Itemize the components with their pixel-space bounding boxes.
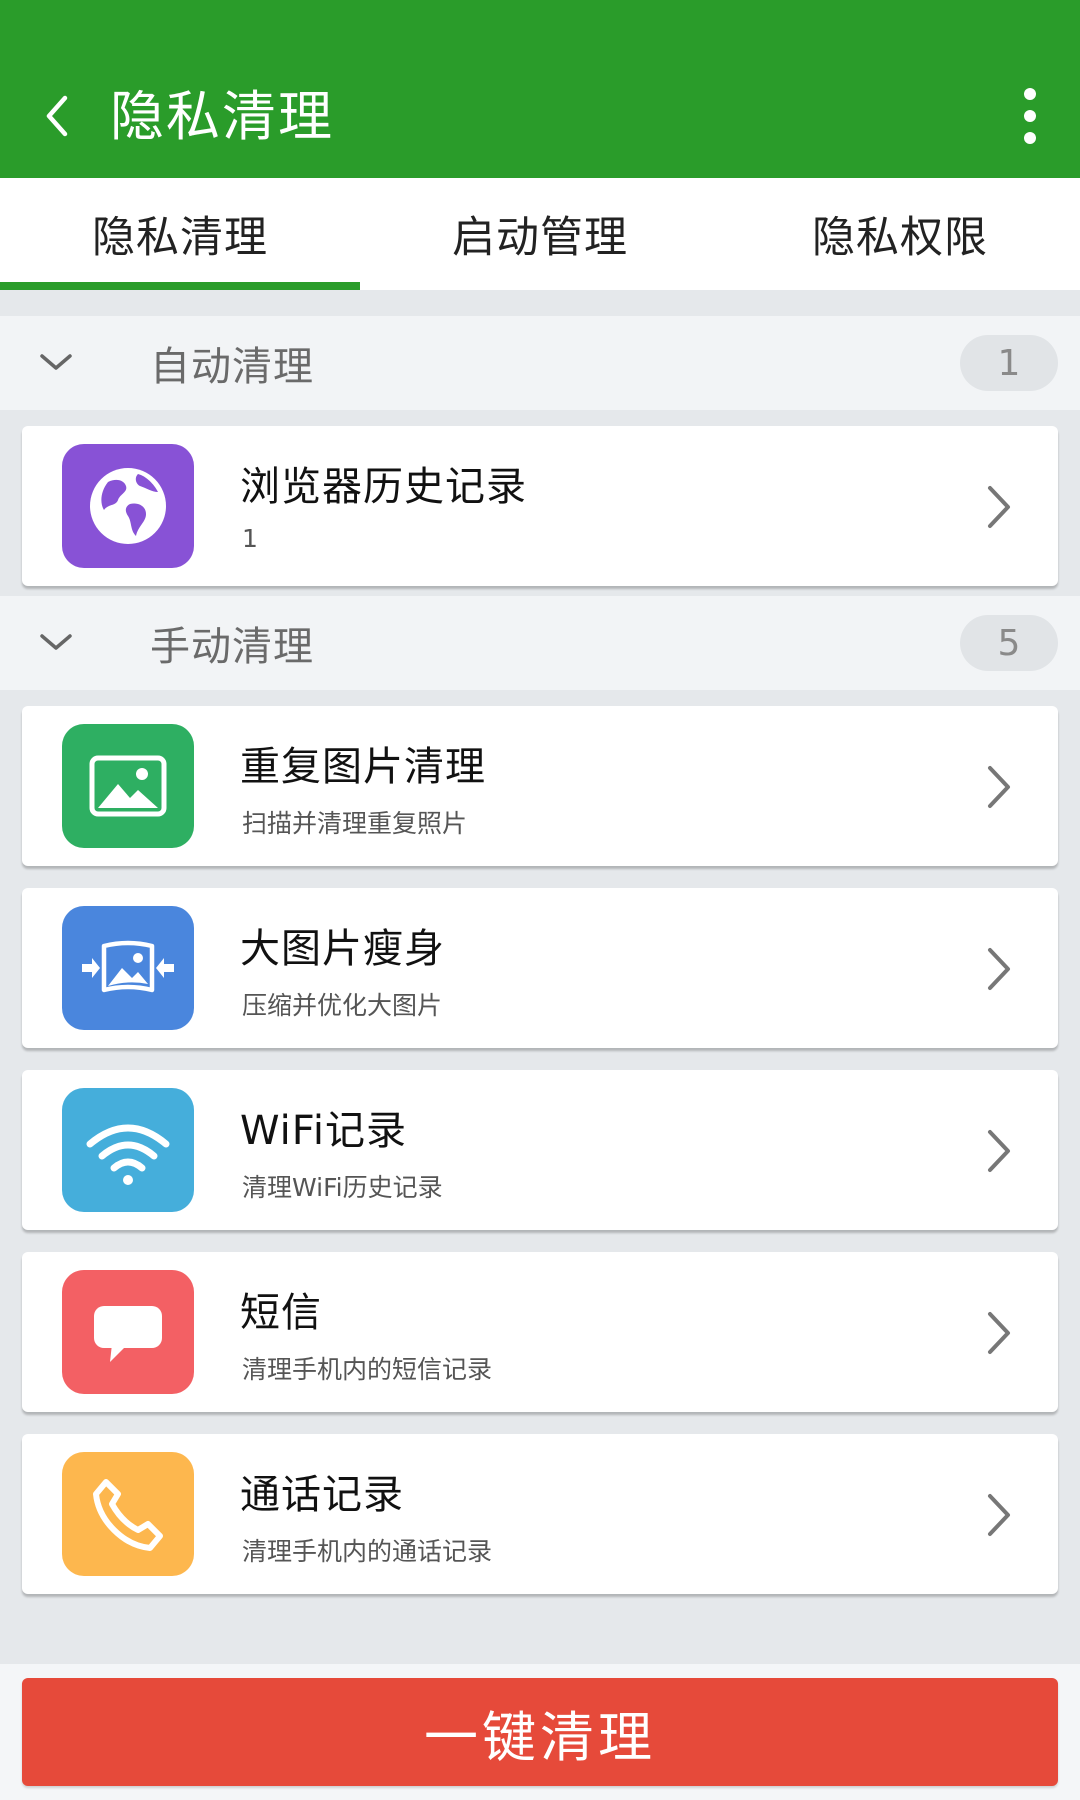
back-button[interactable] bbox=[36, 88, 76, 144]
chevron-right-icon bbox=[988, 1494, 1010, 1536]
more-dot-icon bbox=[1024, 132, 1036, 144]
item-title: 大图片瘦身 bbox=[240, 926, 445, 972]
one-click-clean-button[interactable]: 一键清理 bbox=[22, 1678, 1058, 1786]
list-item-large-image-slim[interactable]: 大图片瘦身 压缩并优化大图片 bbox=[22, 888, 1058, 1048]
chevron-right-icon bbox=[988, 766, 1010, 808]
chevron-right-icon bbox=[988, 486, 1010, 528]
item-subtitle: 清理手机内的短信记录 bbox=[242, 1355, 493, 1384]
wifi-icon bbox=[62, 1088, 194, 1212]
more-dot-icon bbox=[1024, 110, 1036, 122]
message-icon bbox=[62, 1270, 194, 1394]
item-subtitle: 压缩并优化大图片 bbox=[242, 991, 443, 1020]
tab-bar: 隐私清理 启动管理 隐私权限 bbox=[0, 178, 1080, 290]
item-title: 短信 bbox=[240, 1290, 322, 1336]
chevron-down-icon bbox=[40, 634, 72, 650]
more-dot-icon bbox=[1024, 88, 1036, 100]
count-badge: 1 bbox=[960, 335, 1058, 391]
page-title: 隐私清理 bbox=[110, 85, 334, 148]
chevron-right-icon bbox=[988, 948, 1010, 990]
item-subtitle: 清理WiFi历史记录 bbox=[242, 1173, 443, 1202]
compress-image-icon bbox=[62, 906, 194, 1030]
phone-icon bbox=[62, 1452, 194, 1576]
back-arrow-icon bbox=[46, 95, 68, 137]
item-subtitle: 1 bbox=[242, 524, 258, 553]
footer-bar: 一键清理 bbox=[0, 1664, 1080, 1800]
item-title: 浏览器历史记录 bbox=[240, 464, 527, 510]
app-bar: 隐私清理 bbox=[0, 0, 1080, 178]
item-title: 重复图片清理 bbox=[240, 744, 486, 790]
more-options-button[interactable] bbox=[1008, 86, 1052, 146]
item-subtitle: 清理手机内的通话记录 bbox=[242, 1537, 493, 1566]
tab-startup-manage[interactable]: 启动管理 bbox=[360, 178, 720, 290]
chevron-down-icon bbox=[40, 354, 72, 370]
list-item-call-records[interactable]: 通话记录 清理手机内的通话记录 bbox=[22, 1434, 1058, 1594]
list-item-wifi-records[interactable]: WiFi记录 清理WiFi历史记录 bbox=[22, 1070, 1058, 1230]
tab-privacy-clean[interactable]: 隐私清理 bbox=[0, 178, 360, 290]
item-title: 通话记录 bbox=[240, 1472, 404, 1518]
chevron-right-icon bbox=[988, 1130, 1010, 1172]
item-title: WiFi记录 bbox=[240, 1108, 407, 1154]
item-subtitle: 扫描并清理重复照片 bbox=[242, 809, 468, 838]
tab-privacy-permission[interactable]: 隐私权限 bbox=[720, 178, 1080, 290]
count-badge: 5 bbox=[960, 615, 1058, 671]
image-icon bbox=[62, 724, 194, 848]
section-header-auto[interactable]: 自动清理 1 bbox=[0, 316, 1080, 410]
section-header-manual[interactable]: 手动清理 5 bbox=[0, 596, 1080, 690]
section-label: 自动清理 bbox=[150, 344, 314, 390]
list-item-duplicate-images[interactable]: 重复图片清理 扫描并清理重复照片 bbox=[22, 706, 1058, 866]
list-item-browser-history[interactable]: 浏览器历史记录 1 bbox=[22, 426, 1058, 586]
chevron-right-icon bbox=[988, 1312, 1010, 1354]
section-label: 手动清理 bbox=[150, 624, 314, 670]
list-item-sms[interactable]: 短信 清理手机内的短信记录 bbox=[22, 1252, 1058, 1412]
globe-icon bbox=[62, 444, 194, 568]
